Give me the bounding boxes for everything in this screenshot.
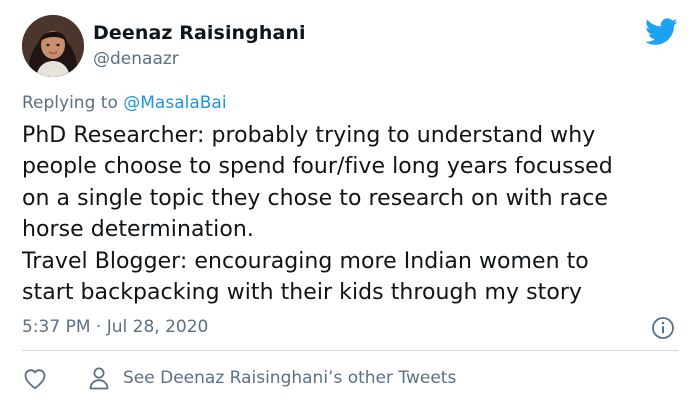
avatar[interactable]: [22, 15, 84, 77]
author-handle[interactable]: @denaazr: [93, 48, 179, 70]
heart-icon[interactable]: [23, 367, 47, 391]
tweet-timestamp[interactable]: 5:37 PM · Jul 28, 2020: [22, 316, 208, 338]
tweet-text: PhD Researcher: probably trying to under…: [22, 120, 692, 308]
tweet-text-line: people choose to spend four/five long ye…: [22, 154, 613, 180]
tweet-text-line: on a single topic they chose to research…: [22, 185, 608, 211]
author-name[interactable]: Deenaz Raisinghani: [93, 21, 306, 45]
tweet-text-line: Travel Blogger: encouraging more Indian …: [22, 248, 589, 274]
replying-to-mention[interactable]: @MasalaBai: [123, 93, 226, 113]
divider: [22, 350, 678, 351]
tweet-embed-card: Deenaz Raisinghani @denaazr Replying to …: [0, 0, 700, 406]
see-other-tweets-link[interactable]: See Deenaz Raisinghani’s other Tweets: [88, 366, 456, 390]
person-icon: [89, 367, 109, 390]
info-icon[interactable]: [651, 316, 675, 340]
tweet-text-line: PhD Researcher: probably trying to under…: [22, 123, 596, 148]
avatar-image: [22, 15, 84, 77]
tweet-text-line: start backpacking with their kids throug…: [22, 280, 582, 306]
tweet-text-line: horse determination.: [22, 217, 254, 243]
twitter-bird-icon[interactable]: [645, 18, 678, 46]
replying-to: Replying to @MasalaBai: [22, 92, 227, 114]
see-other-tweets-label: See Deenaz Raisinghani’s other Tweets: [123, 368, 457, 388]
replying-prefix: Replying to: [22, 93, 118, 113]
